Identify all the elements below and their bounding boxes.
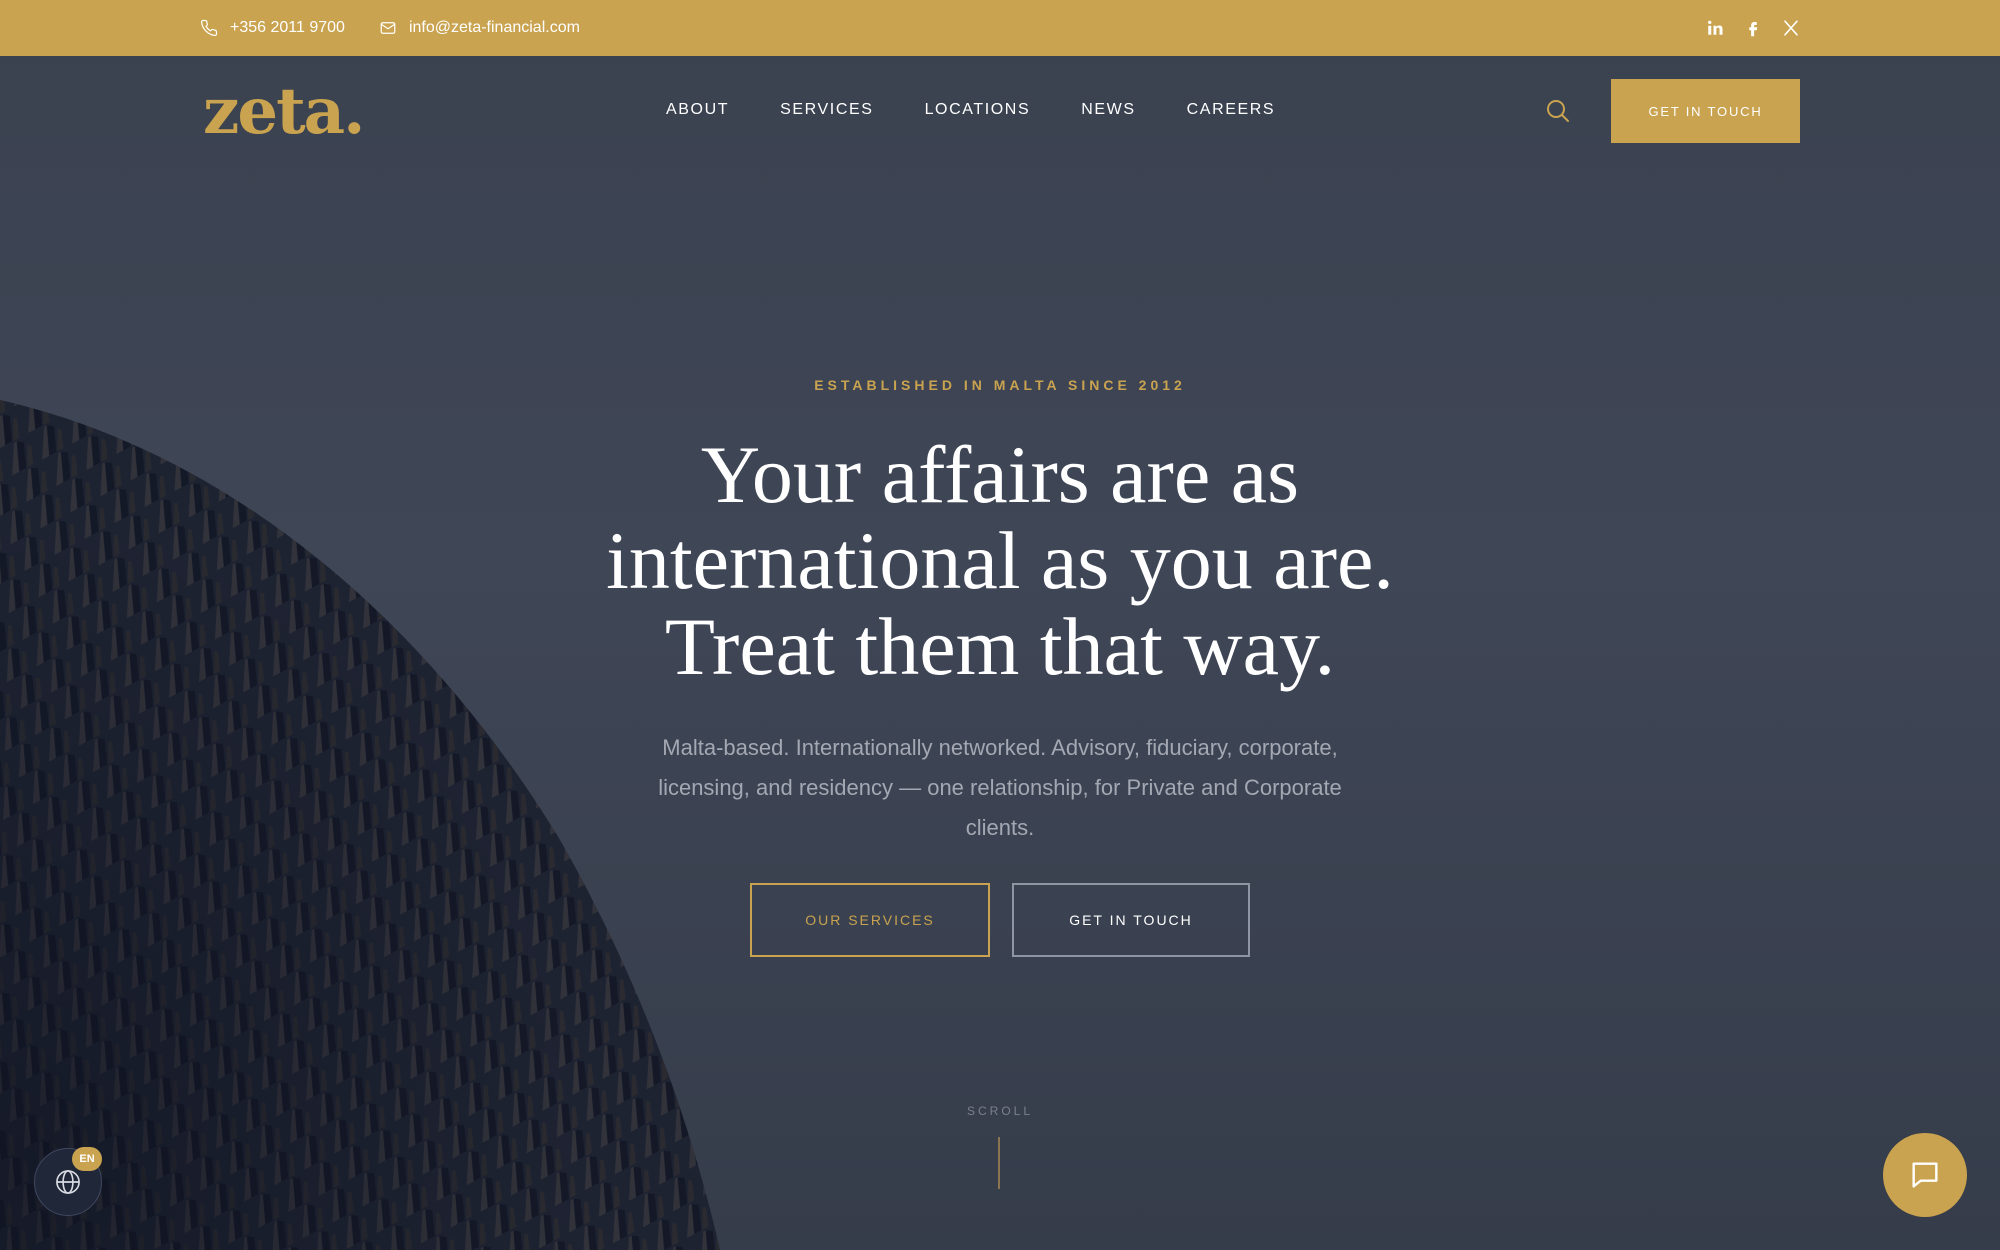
hero-buttons: OUR SERVICES GET IN TOUCH bbox=[750, 883, 1250, 957]
phone-number: +356 2011 9700 bbox=[230, 19, 345, 36]
social-links bbox=[1706, 0, 1800, 56]
email-address: info@zeta-financial.com bbox=[408, 19, 580, 36]
phone-link[interactable]: +356 2011 9700 bbox=[200, 19, 345, 37]
main-nav: ABOUT SERVICES LOCATIONS NEWS CAREERS bbox=[666, 101, 1275, 119]
hero-title: Your affairs are as international as you… bbox=[450, 432, 1550, 690]
get-in-touch-button[interactable]: GET IN TOUCH bbox=[1012, 883, 1250, 957]
nav-news[interactable]: NEWS bbox=[1081, 101, 1135, 119]
hero-eyebrow: ESTABLISHED IN MALTA SINCE 2012 bbox=[814, 377, 1186, 393]
phone-icon bbox=[200, 19, 218, 37]
nav-careers[interactable]: CAREERS bbox=[1187, 101, 1276, 119]
hero-title-line-2: international as you are. bbox=[606, 515, 1394, 606]
nav-about[interactable]: ABOUT bbox=[666, 101, 729, 119]
header-get-in-touch-button[interactable]: GET IN TOUCH bbox=[1611, 79, 1800, 143]
search-icon bbox=[1547, 100, 1569, 122]
chat-icon bbox=[1912, 1162, 1938, 1188]
logo[interactable]: zeta. bbox=[203, 74, 365, 149]
contact-info: +356 2011 9700 info@zeta-financial.com bbox=[200, 0, 580, 56]
our-services-button[interactable]: OUR SERVICES bbox=[750, 883, 990, 957]
hero-title-line-3: Treat them that way. bbox=[664, 601, 1336, 692]
scroll-indicator-line bbox=[998, 1137, 1000, 1189]
email-link[interactable]: info@zeta-financial.com bbox=[379, 19, 580, 37]
globe-icon bbox=[56, 1170, 80, 1194]
hero-subtitle: Malta-based. Internationally networked. … bbox=[658, 735, 1342, 840]
hero-title-line-1: Your affairs are as bbox=[700, 429, 1300, 520]
nav-services[interactable]: SERVICES bbox=[780, 101, 873, 119]
page: +356 2011 9700 info@zeta-financial.com z… bbox=[0, 0, 2000, 1250]
mail-icon bbox=[380, 22, 396, 34]
language-badge: EN bbox=[72, 1147, 102, 1171]
nav-locations[interactable]: LOCATIONS bbox=[925, 101, 1031, 119]
scroll-indicator-label: SCROLL bbox=[966, 1104, 1034, 1118]
site-header: zeta. ABOUT SERVICES LOCATIONS NEWS CARE… bbox=[0, 56, 2000, 166]
facebook-icon[interactable] bbox=[1744, 19, 1762, 37]
linkedin-icon[interactable] bbox=[1706, 19, 1724, 37]
x-icon[interactable] bbox=[1782, 19, 1800, 37]
top-bar: +356 2011 9700 info@zeta-financial.com bbox=[0, 0, 2000, 56]
search-button[interactable] bbox=[1545, 98, 1571, 124]
chat-button[interactable] bbox=[1883, 1133, 1967, 1217]
